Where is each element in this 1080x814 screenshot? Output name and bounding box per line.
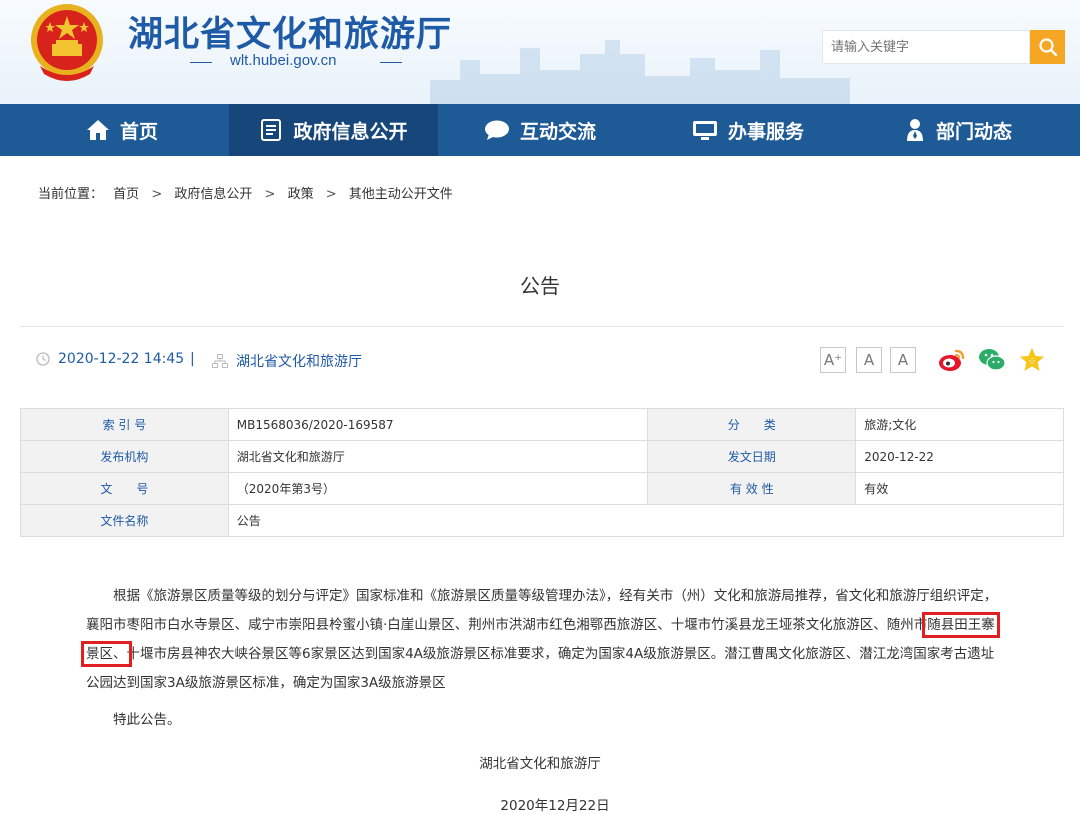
publish-date: 2020-12-22 14:45 <box>36 351 184 367</box>
category-label: 分 类 <box>647 408 857 441</box>
publisher: 湖北省文化和旅游厅 <box>212 351 362 371</box>
breadcrumb-home[interactable]: 首页 <box>113 187 139 202</box>
clock-icon <box>36 352 50 366</box>
divider-line <box>190 62 212 63</box>
index-number-label: 索 引 号 <box>20 408 229 441</box>
chat-bubble-icon <box>485 120 509 140</box>
search-button[interactable] <box>1030 30 1065 64</box>
document-list-icon <box>261 119 282 141</box>
breadcrumb: 当前位置： 首页 > 政府信息公开 > 政策 > 其他主动公开文件 <box>38 183 453 202</box>
wechat-icon[interactable] <box>978 346 1006 374</box>
weibo-icon[interactable] <box>938 346 966 374</box>
nav-item-gov-info[interactable]: 政府信息公开 <box>229 104 438 156</box>
search-input[interactable] <box>823 31 1035 63</box>
table-row: 发布机构 湖北省文化和旅游厅 发文日期 2020-12-22 <box>20 440 1064 473</box>
document-info-table: 索 引 号 MB1568036/2020-169587 分 类 旅游;文化 发布… <box>20 408 1065 537</box>
skyline-decoration <box>430 40 850 104</box>
publish-date-text: 2020-12-22 14:45 <box>58 351 185 367</box>
issuer-value: 湖北省文化和旅游厅 <box>227 440 649 473</box>
meta-divider: | <box>190 351 195 367</box>
favorite-star-icon[interactable]: ☆ <box>1018 346 1046 374</box>
nav-item-label: 办事服务 <box>728 120 805 143</box>
breadcrumb-other-files[interactable]: 其他主动公开文件 <box>349 187 453 202</box>
issue-date-value: 2020-12-22 <box>855 440 1064 473</box>
main-nav: 首页 政府信息公开 互动交流 办事服务 部门动态 <box>0 104 1080 156</box>
table-row: 文件名称 公告 <box>20 504 1065 537</box>
article-title: 公告 <box>520 274 560 298</box>
body-text-part: 根据《旅游景区质量等级的划分与评定》国家标准和《旅游景区质量等级管理办法》，经有… <box>86 588 998 633</box>
table-row: 文 号 （2020年第3号） 有 效 性 有效 <box>20 472 1064 505</box>
nav-item-interaction[interactable]: 互动交流 <box>484 104 624 156</box>
index-number-value: MB1568036/2020-169587 <box>227 408 649 441</box>
nav-item-home[interactable]: 首页 <box>86 104 226 156</box>
site-title[interactable]: 湖北省文化和旅游厅 <box>128 6 452 57</box>
body-paragraph: 根据《旅游景区质量等级的划分与评定》国家标准和《旅游景区质量等级管理办法》，经有… <box>81 582 1000 698</box>
issuer-label: 发布机构 <box>20 440 229 473</box>
site-url-wrap: wlt.hubei.gov.cn <box>190 52 402 72</box>
national-emblem-icon <box>31 4 103 81</box>
font-smaller-button[interactable]: A <box>890 347 916 373</box>
signature-date: 2020年12月22日 <box>500 798 610 814</box>
breadcrumb-prefix: 当前位置： <box>38 187 104 202</box>
publisher-name: 湖北省文化和旅游厅 <box>236 354 362 370</box>
home-icon <box>87 120 109 140</box>
nav-item-label: 互动交流 <box>520 120 597 143</box>
site-url[interactable]: wlt.hubei.gov.cn <box>230 52 336 69</box>
breadcrumb-separator: > <box>325 187 337 202</box>
person-badge-icon <box>907 119 923 141</box>
file-name-value: 公告 <box>227 504 1065 537</box>
breadcrumb-gov-info[interactable]: 政府信息公开 <box>174 187 252 202</box>
file-name-label: 文件名称 <box>20 504 229 537</box>
category-value: 旅游;文化 <box>855 408 1064 441</box>
issue-date-label: 发文日期 <box>647 440 857 473</box>
org-chart-icon <box>212 354 228 368</box>
nav-item-label: 部门动态 <box>936 120 1013 143</box>
validity-label: 有 效 性 <box>647 472 857 505</box>
validity-value: 有效 <box>855 472 1064 505</box>
font-medium-button[interactable]: A <box>856 347 882 373</box>
notice-closing: 特此公告。 <box>113 712 181 728</box>
search-box <box>822 30 1035 64</box>
article-meta: 2020-12-22 14:45 | 湖北省文化和旅游厅 A⁺ A A ☆ <box>20 326 1064 391</box>
nav-item-label: 首页 <box>120 120 159 143</box>
doc-number-label: 文 号 <box>20 472 229 505</box>
doc-number-value: （2020年第3号） <box>227 472 649 505</box>
nav-item-department-news[interactable]: 部门动态 <box>904 104 1044 156</box>
article-body: 根据《旅游景区质量等级的划分与评定》国家标准和《旅游景区质量等级管理办法》，经有… <box>81 582 1000 698</box>
table-row: 索 引 号 MB1568036/2020-169587 分 类 旅游;文化 <box>20 408 1064 441</box>
font-larger-button[interactable]: A⁺ <box>820 347 846 373</box>
nav-item-label: 政府信息公开 <box>293 120 408 143</box>
nav-item-services[interactable]: 办事服务 <box>692 104 832 156</box>
monitor-icon <box>693 121 717 140</box>
breadcrumb-separator: > <box>264 187 276 202</box>
breadcrumb-separator: > <box>151 187 163 202</box>
site-header: 湖北省文化和旅游厅 wlt.hubei.gov.cn <box>0 0 1080 104</box>
search-icon <box>1038 38 1057 57</box>
signature: 湖北省文化和旅游厅 <box>479 756 601 772</box>
breadcrumb-policy[interactable]: 政策 <box>288 187 314 202</box>
svg-text:☆: ☆ <box>1028 357 1036 367</box>
divider-line <box>380 62 402 63</box>
body-text-part: 十堰市房县神农大峡谷景区等6家景区达到国家4A级旅游景区标准要求，确定为国家4A… <box>86 646 995 691</box>
